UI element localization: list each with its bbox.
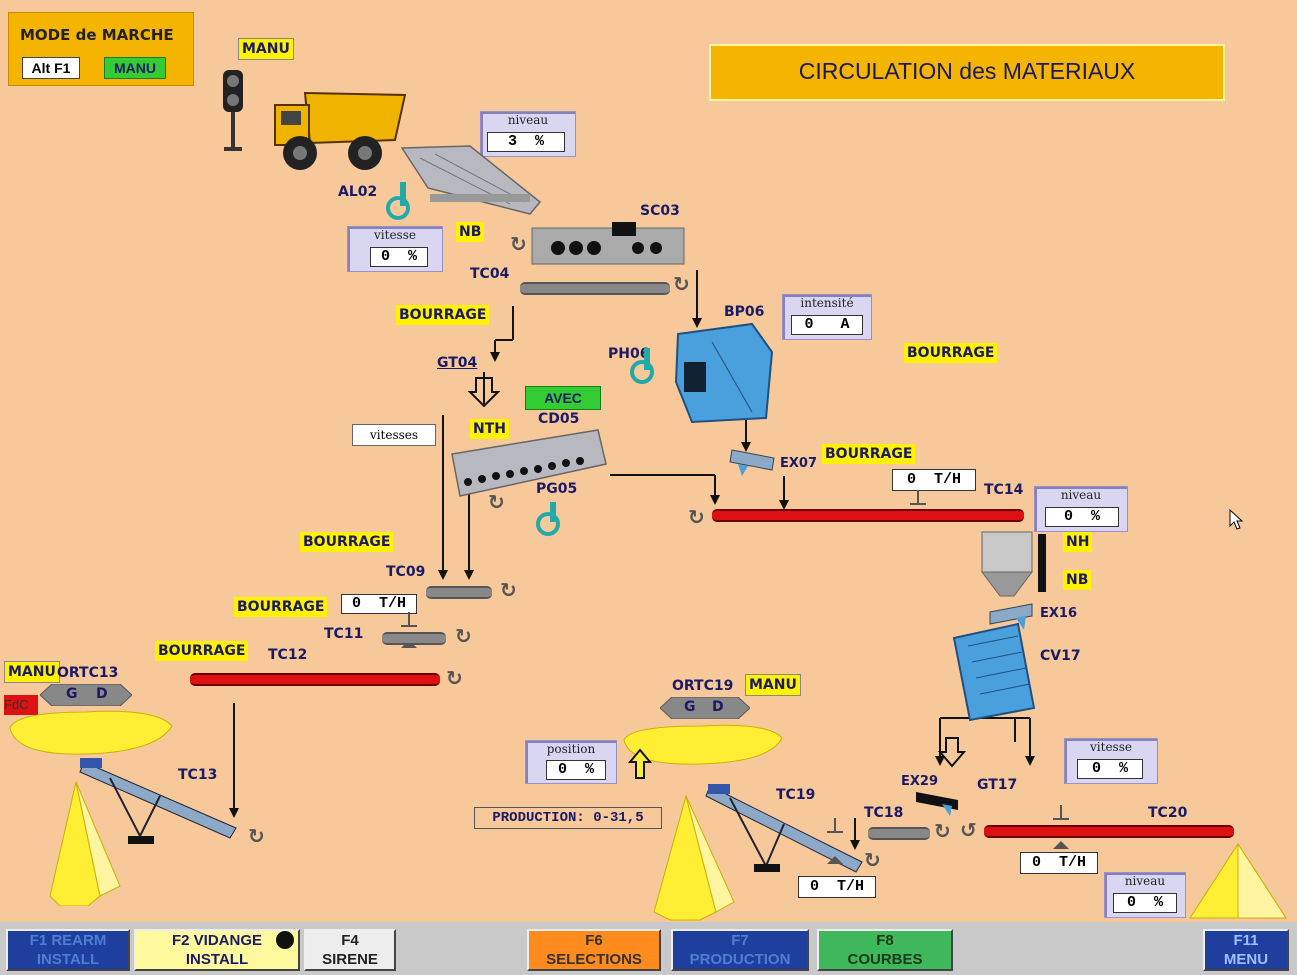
rotate-arrow-tc20: ↺ [960, 818, 977, 842]
f7-production-button[interactable]: F7 PRODUCTION [671, 929, 809, 971]
label-tc18: TC18 [864, 805, 904, 821]
position-value-ortc19: 0 % [546, 760, 606, 780]
rotate-arrow-tc11: ↻ [455, 624, 472, 648]
weigher-icon-tc20 [1053, 805, 1069, 849]
extractor-ex07-icon [729, 449, 775, 476]
extractor-ex29-icon [916, 792, 958, 816]
flow-value-tc19: 0 T/H [798, 876, 876, 898]
f2-status-icon [276, 931, 294, 949]
motor-icon-pg05 [536, 502, 560, 536]
rotate-arrow-cd05: ↻ [488, 490, 505, 514]
weigher-icon-tc19 [827, 818, 843, 864]
nh-badge: NH [1063, 532, 1093, 552]
rotate-arrow-tc19: ↻ [864, 848, 881, 872]
up-arrow-icon [628, 748, 652, 779]
direction-selector-ortc19[interactable] [660, 697, 750, 719]
rotate-arrow-tc09: ↻ [500, 578, 517, 602]
production-label: PRODUCTION: 0-31,5 [474, 807, 662, 829]
f4-sirene-button[interactable]: F4 SIRENE [304, 929, 396, 971]
label-ex07: EX07 [780, 456, 817, 471]
conveyor-tc09 [426, 586, 492, 599]
label-cv17: CV17 [1040, 648, 1081, 664]
screen-cv17-icon [952, 622, 1036, 722]
label-tc20: TC20 [1148, 805, 1188, 821]
dir-g-ortc19[interactable]: G [684, 699, 696, 715]
vitesses-label: vitesses [352, 424, 436, 446]
manu-badge-ortc13: MANU [4, 661, 60, 683]
label-pg05: PG05 [536, 481, 578, 497]
position-panel-ortc19: position 0 % [525, 740, 617, 784]
label-ortc19: ORTC19 [672, 678, 734, 694]
bourrage-badge-ex07: BOURRAGE [822, 444, 916, 464]
conveyor-tc18 [868, 827, 930, 840]
conveyor-tc20 [984, 825, 1234, 838]
vitesse-panel-tc20: vitesse 0 % [1064, 738, 1158, 784]
conveyor-tc11 [382, 632, 446, 645]
conveyor-tc14 [712, 509, 1024, 522]
conveyor-tc12 [190, 673, 440, 686]
mouse-cursor-icon [1229, 508, 1244, 530]
nb-badge-silo: NB [1063, 570, 1092, 590]
niveau-panel-tc20: niveau 0 % [1104, 872, 1186, 918]
label-gt17: GT17 [977, 777, 1018, 793]
rotate-arrow-tc18: ↻ [934, 819, 951, 843]
label-ortc13: ORTC13 [57, 665, 119, 681]
flow-value-tc11: 0 T/H [341, 594, 417, 614]
rotate-arrow-tc12: ↻ [446, 666, 463, 690]
f11-menu-button[interactable]: F11 MENU [1203, 929, 1289, 971]
vitesse-value-tc20: 0 % [1077, 759, 1143, 779]
label-tc09: TC09 [386, 564, 426, 580]
f8-courbes-button[interactable]: F8 COURBES [817, 929, 953, 971]
label-tc12: TC12 [268, 647, 308, 663]
chute-ortc13-icon [9, 710, 173, 755]
bourrage-badge-tc11: BOURRAGE [234, 597, 328, 617]
flow-value-tc14: 0 T/H [892, 469, 976, 491]
f6-selections-button[interactable]: F6 SELECTIONS [527, 929, 661, 971]
dir-d-ortc19[interactable]: D [712, 699, 724, 715]
bourrage-badge-tc09: BOURRAGE [300, 532, 394, 552]
dir-g-ortc13[interactable]: G [66, 686, 78, 702]
direction-selector-ortc13[interactable] [40, 684, 132, 706]
screen-cd05-icon [451, 429, 607, 497]
silo-icon [981, 531, 1046, 597]
rotate-arrow-tc13: ↻ [248, 824, 265, 848]
f1-rearm-button[interactable]: F1 REARM INSTALL [6, 929, 130, 971]
label-tc11: TC11 [324, 626, 364, 642]
label-ex29: EX29 [901, 774, 938, 789]
bourrage-badge-tc12: BOURRAGE [155, 641, 249, 661]
rotate-arrow-tc14: ↻ [688, 505, 705, 529]
niveau-value-tc20: 0 % [1113, 893, 1177, 913]
flow-value-tc20: 0 T/H [1020, 852, 1098, 874]
niveau-panel-tc14: niveau 0 % [1034, 486, 1128, 532]
niveau-value-tc14: 0 % [1045, 507, 1119, 527]
f2-vidange-button[interactable]: F2 VIDANGE INSTALL [134, 929, 300, 971]
dir-d-ortc13[interactable]: D [96, 686, 108, 702]
avec-badge: AVEC [525, 386, 601, 410]
label-tc14: TC14 [984, 482, 1024, 498]
stacker-tc13-icon [49, 758, 237, 906]
stockpile-tc20-icon [1189, 842, 1287, 919]
manu-badge-ortc19: MANU [745, 674, 801, 696]
label-cd05: CD05 [538, 411, 580, 427]
label-ex16: EX16 [1040, 606, 1077, 621]
